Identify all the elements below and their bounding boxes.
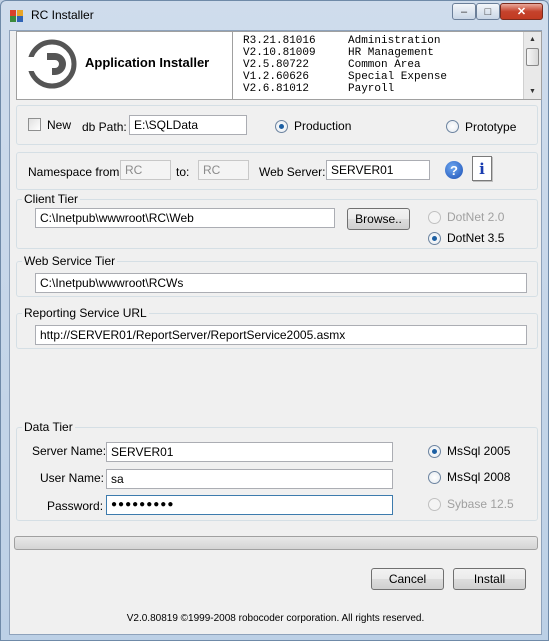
dotnet20-label: DotNet 2.0 — [447, 210, 505, 224]
version-number: V2.10.81009 — [243, 47, 316, 59]
version-row: R3.21.81016 Administration — [243, 35, 523, 47]
prototype-label: Prototype — [465, 120, 517, 134]
client-tier-path-input[interactable]: C:\Inetpub\wwwroot\RC\Web — [35, 208, 335, 228]
version-row: V2.6.81012 Payroll — [243, 83, 523, 95]
namespace-from-label: Namespace from: — [28, 165, 123, 179]
client-tier-label: Client Tier — [22, 192, 81, 206]
web-service-tier-label: Web Service Tier — [22, 254, 118, 268]
help-icon[interactable]: ? — [445, 161, 463, 179]
web-service-path-input[interactable]: C:\Inetpub\wwwroot\RCWs — [35, 273, 527, 293]
module-name: Payroll — [348, 83, 395, 95]
data-tier-label: Data Tier — [22, 420, 75, 434]
logo-icon — [27, 39, 77, 89]
namespace-from-input[interactable]: RC — [120, 160, 171, 180]
app-title: Application Installer — [85, 55, 210, 70]
sybase-label: Sybase 12.5 — [447, 497, 514, 511]
version-list[interactable]: R3.21.81016 Administration V2.10.81009 HR … — [232, 32, 523, 99]
module-name: Common Area — [348, 59, 421, 71]
dotnet35-radio[interactable] — [428, 232, 441, 245]
info-icon[interactable]: i — [472, 156, 492, 181]
server-name-label: Server Name: — [32, 444, 107, 458]
app-icon — [10, 10, 23, 22]
scroll-up-icon[interactable]: ▲ — [524, 32, 541, 46]
reporting-url-input[interactable]: http://SERVER01/ReportServer/ReportServi… — [35, 325, 527, 345]
user-name-label: User Name: — [40, 471, 105, 485]
version-scrollbar[interactable]: ▲ ▼ — [523, 32, 541, 99]
cancel-button[interactable]: Cancel — [371, 568, 444, 590]
password-input[interactable]: ●●●●●●●●● — [106, 495, 393, 515]
install-progress-bar — [14, 536, 538, 550]
window-title: RC Installer — [31, 8, 94, 22]
web-server-input[interactable]: SERVER01 — [326, 160, 430, 180]
new-label: New — [47, 118, 72, 132]
module-name: Administration — [348, 35, 441, 47]
minimize-button[interactable]: – — [452, 3, 476, 20]
namespace-to-input[interactable]: RC — [198, 160, 249, 180]
namespace-to-label: to: — [176, 165, 190, 179]
version-row: V2.5.80722 Common Area — [243, 59, 523, 71]
reporting-label: Reporting Service URL — [22, 306, 149, 320]
sybase-radio[interactable] — [428, 498, 441, 511]
install-button[interactable]: Install — [453, 568, 526, 590]
maximize-button[interactable]: □ — [476, 3, 500, 20]
dotnet20-radio[interactable] — [428, 211, 441, 224]
new-checkbox[interactable] — [28, 118, 41, 131]
close-button[interactable]: ✕ — [500, 3, 543, 20]
password-label: Password: — [47, 499, 104, 513]
client-area: Application Installer R3.21.81016 Adminis… — [9, 30, 542, 635]
version-row: V1.2.60626 Special Expense — [243, 71, 523, 83]
dotnet35-label: DotNet 3.5 — [447, 231, 505, 245]
version-number: R3.21.81016 — [243, 35, 316, 47]
maximize-icon: □ — [484, 5, 492, 18]
module-name: Special Expense — [348, 71, 448, 83]
mssql2005-radio[interactable] — [428, 445, 441, 458]
installer-window: RC Installer – □ ✕ Application Installer… — [0, 0, 549, 641]
header-panel: Application Installer R3.21.81016 Adminis… — [16, 31, 542, 100]
scroll-down-icon[interactable]: ▼ — [524, 84, 541, 98]
copyright-text: V2.0.80819 ©1999-2008 robocoder corporat… — [126, 613, 425, 624]
version-number: V2.6.81012 — [243, 83, 310, 95]
prototype-radio[interactable] — [446, 120, 459, 133]
mssql2008-label: MsSql 2008 — [447, 470, 511, 484]
module-name: HR Management — [348, 47, 434, 59]
production-radio[interactable] — [275, 120, 288, 133]
version-number: V2.5.80722 — [243, 59, 310, 71]
db-path-input[interactable]: E:\SQLData — [129, 115, 247, 135]
mssql2005-label: MsSql 2005 — [447, 444, 511, 458]
user-name-input[interactable]: sa — [106, 469, 393, 489]
server-name-input[interactable]: SERVER01 — [106, 442, 393, 462]
version-row: V2.10.81009 HR Management — [243, 47, 523, 59]
close-icon: ✕ — [516, 6, 527, 18]
scroll-thumb[interactable] — [526, 48, 539, 66]
version-number: V1.2.60626 — [243, 71, 310, 83]
db-path-label: db Path: — [82, 120, 127, 134]
minimize-icon: – — [460, 5, 468, 18]
production-label: Production — [294, 119, 352, 133]
title-bar[interactable]: RC Installer – □ ✕ — [1, 1, 548, 29]
browse-button[interactable]: Browse.. — [347, 208, 410, 230]
web-server-label: Web Server: — [259, 165, 326, 179]
mssql2008-radio[interactable] — [428, 471, 441, 484]
